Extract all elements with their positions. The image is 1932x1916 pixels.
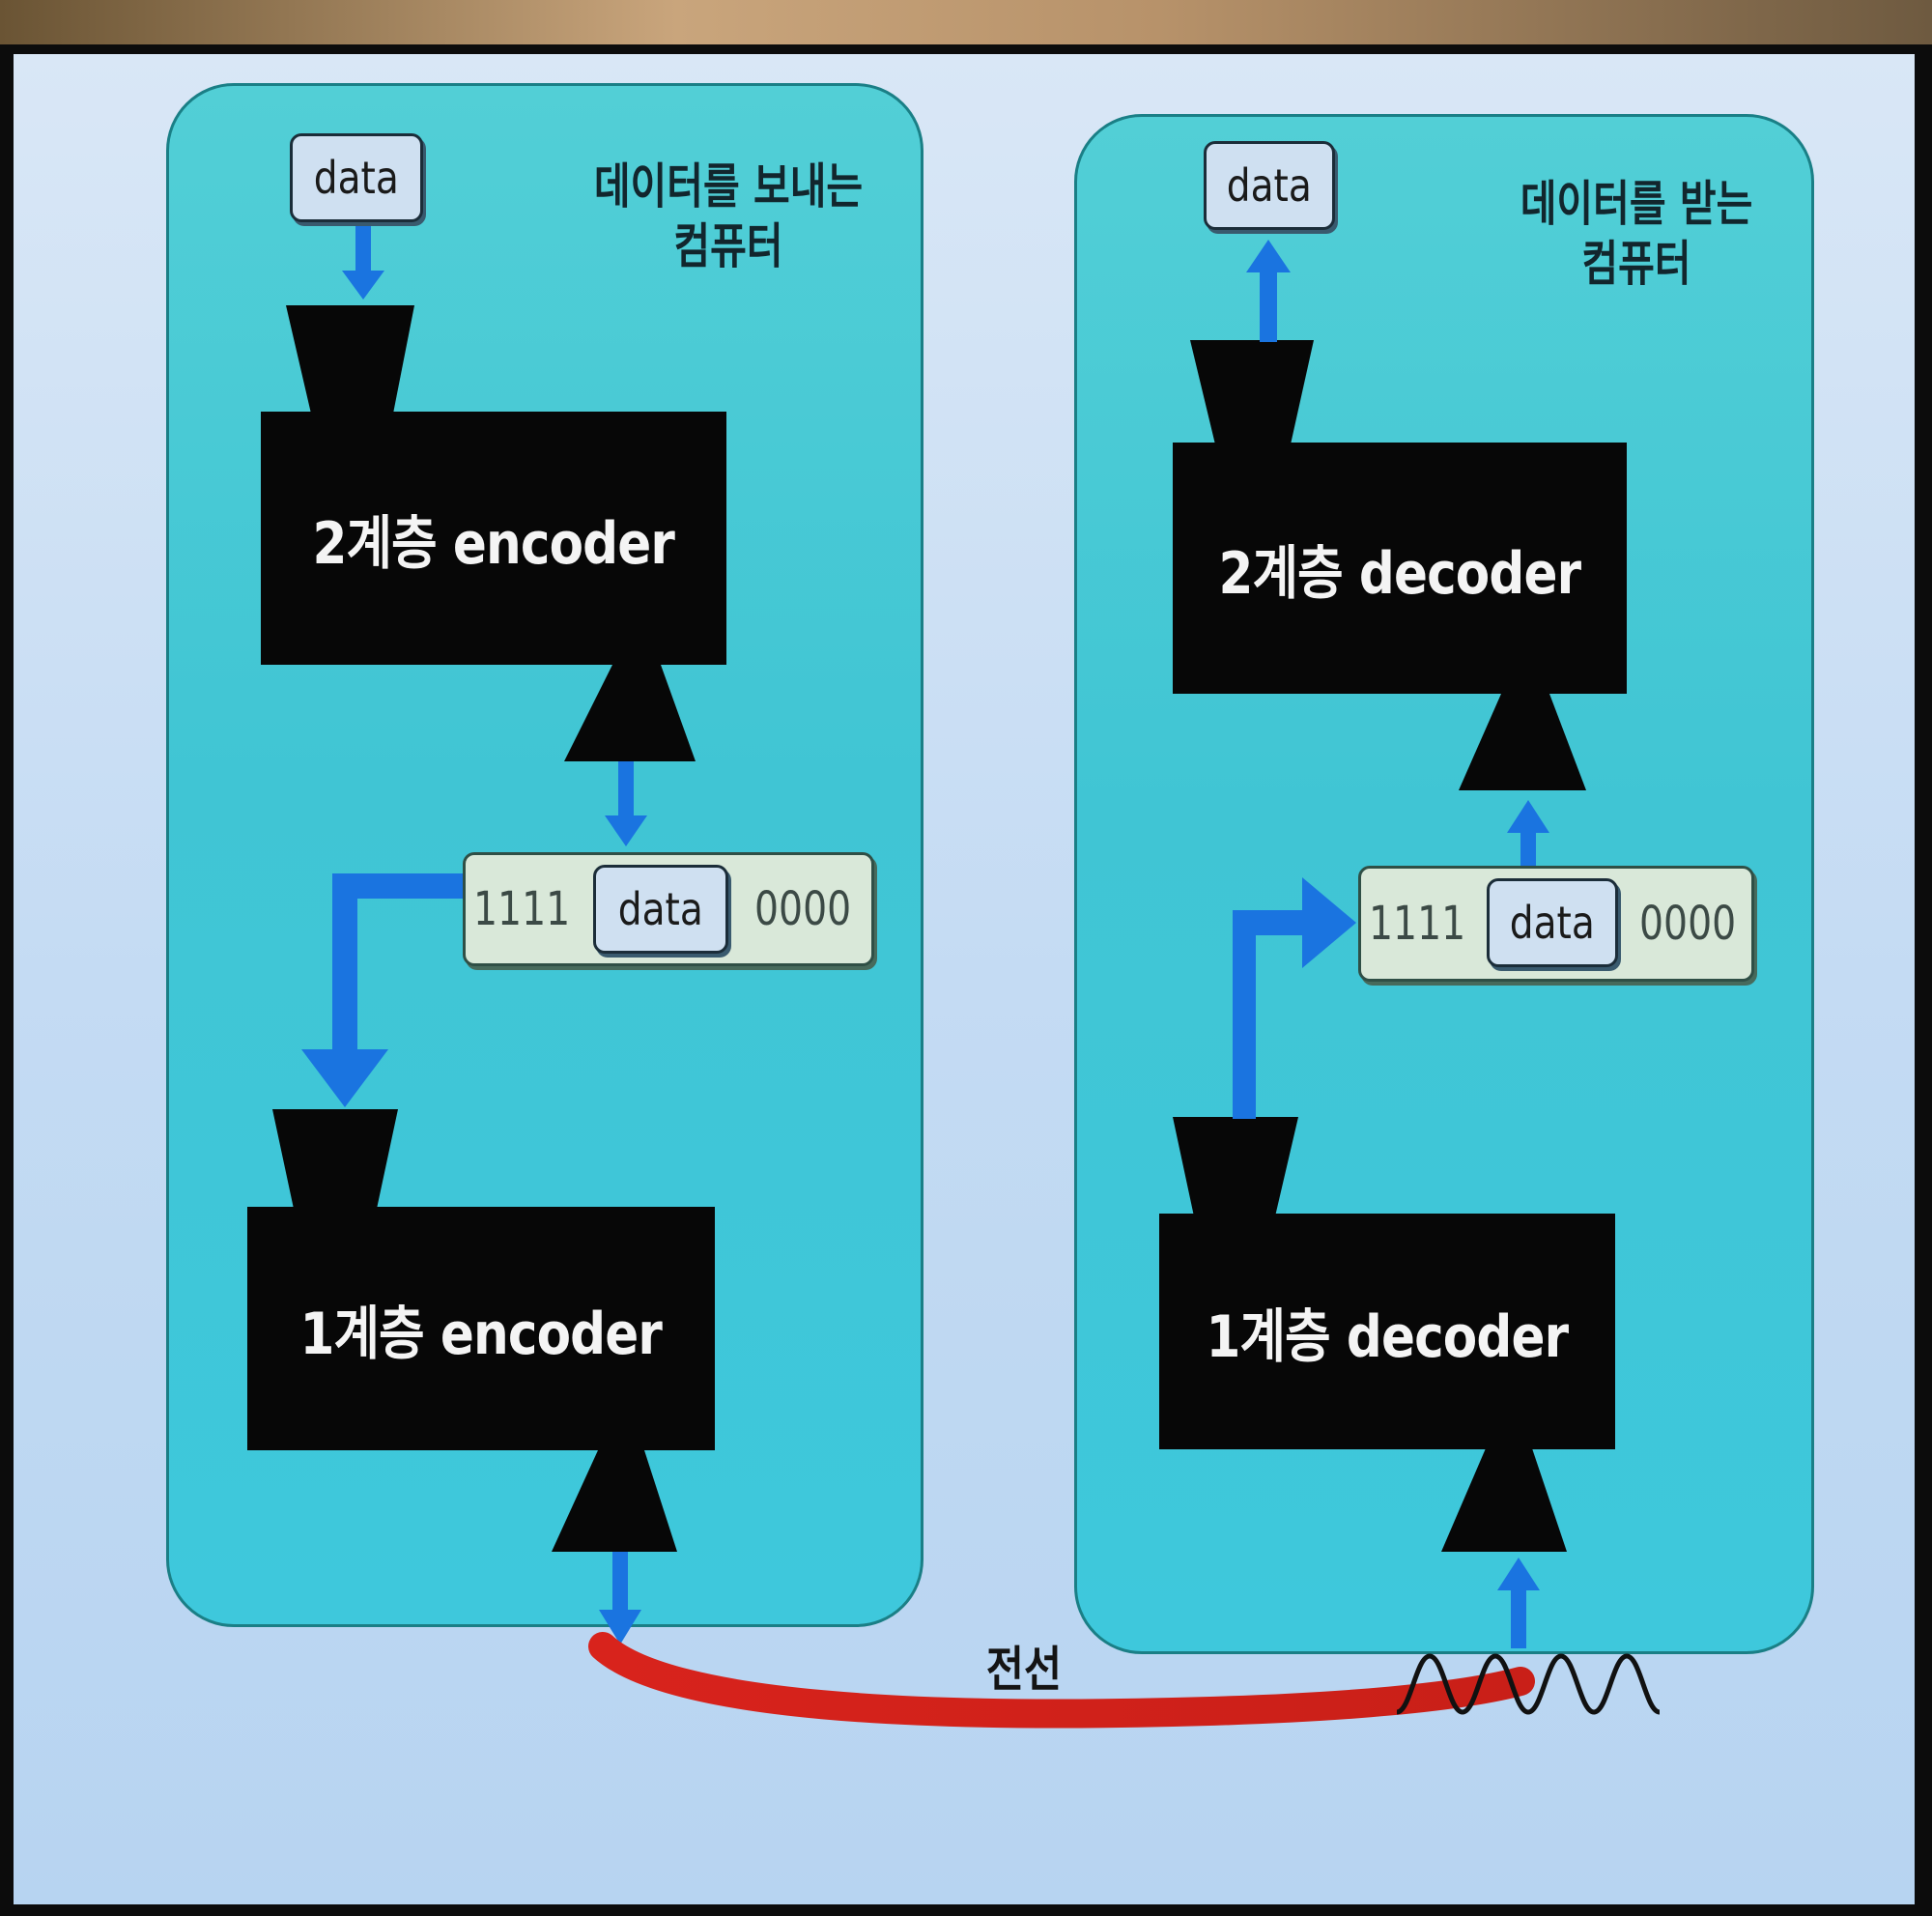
arrow-encoder1-to-wire [599,1552,641,1644]
arrow-decoder1-to-frame [1233,877,1356,1119]
decoder-layer2-block: 2계층 decoder [1173,443,1627,694]
receiver-data-box: data [1204,141,1335,230]
frame-header: 1111 [472,882,571,936]
encoder2-input-funnel [286,305,414,414]
frame-header: 1111 [1368,897,1466,951]
decoder-layer1-block: 1계층 decoder [1159,1214,1615,1449]
arrow-decoder2-to-data [1246,240,1291,342]
decoder2-input-funnel [1459,694,1586,790]
arrow-wire-to-decoder1 [1497,1558,1540,1648]
frame-data: data [593,865,728,954]
arrow-data-to-encoder2 [342,224,384,300]
encoder-layer1-block: 1계층 encoder [247,1207,715,1450]
encoder1-input-funnel [272,1109,398,1209]
decoder1-input-funnel [1441,1448,1567,1552]
receiver-frame: 1111 data 0000 [1358,866,1754,982]
wire-label: 전선 [985,1642,1063,1698]
sender-data-box: data [290,133,423,222]
arrow-encoder2-to-frame [605,761,647,846]
encoder-layer2-block: 2계층 encoder [261,412,726,665]
decoder1-output-funnel [1173,1117,1298,1216]
frame-data: data [1487,878,1618,967]
decoder2-output-funnel [1190,340,1314,444]
frame-trailer: 0000 [753,882,852,936]
arrow-frame-to-encoder1 [301,873,477,1107]
frame-trailer: 0000 [1638,897,1737,951]
encoder2-output-funnel [564,665,696,761]
sender-frame: 1111 data 0000 [463,852,874,966]
encoder1-output-funnel [552,1450,677,1552]
projector-screen: 데이터를 보내는 컴퓨터 데이터를 받는 컴퓨터 data 2계층 encode… [14,54,1915,1904]
photo-background-top [0,0,1932,44]
